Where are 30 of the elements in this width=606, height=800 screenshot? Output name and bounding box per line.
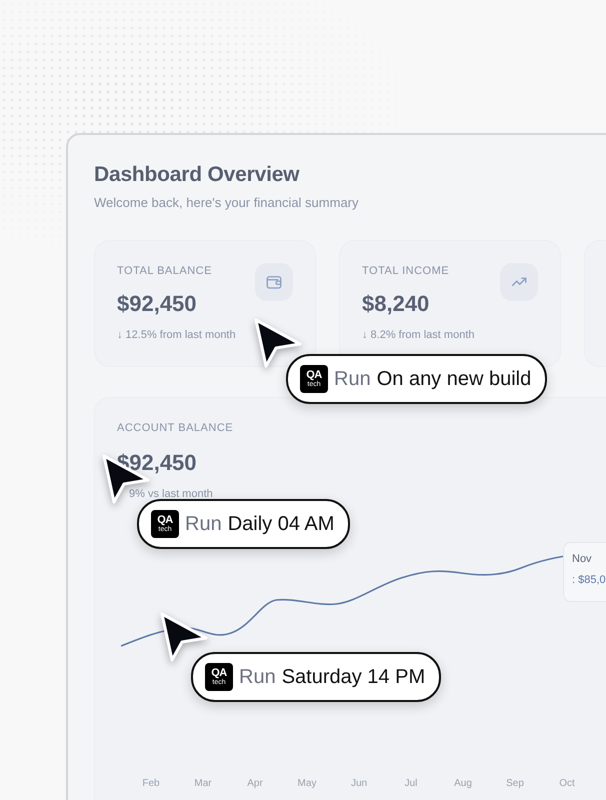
run-label: Run — [239, 666, 276, 688]
run-label: Run — [185, 512, 222, 536]
month-label: Aug — [453, 778, 473, 789]
stat-change: ↓ 12.5% from last month — [117, 329, 237, 341]
month-label: Feb — [141, 778, 161, 789]
chart-change: 9% vs last month — [129, 488, 214, 500]
page-title: Dashboard Overview — [94, 163, 300, 187]
schedule-text: Saturday 14 PM — [282, 666, 426, 688]
month-label: Sep — [505, 778, 525, 789]
month-label: Mar — [193, 778, 213, 789]
schedule-text: On any new build — [376, 368, 532, 390]
page-subtitle: Welcome back, here's your financial summary — [94, 195, 360, 210]
stat-value: $92,450 — [117, 291, 198, 317]
schedule-text: Daily 04 AM — [228, 512, 334, 536]
stat-change: ↓ 8.2% from last month — [362, 329, 476, 341]
month-label: May — [296, 778, 318, 789]
month-label: Apr — [246, 778, 264, 789]
chart-label: ACCOUNT BALANCE — [117, 422, 234, 434]
run-label: Run — [334, 368, 371, 390]
stat-label: TOTAL INCOME — [362, 265, 450, 277]
tooltip-month: Nov — [572, 553, 593, 565]
cursor-arrow-icon — [158, 610, 210, 664]
tooltip-value: : $85,0 — [572, 574, 606, 586]
stat-label: TOTAL BALANCE — [117, 265, 213, 277]
stat-value: $8,240 — [362, 291, 430, 317]
month-label: Oct — [558, 778, 576, 789]
month-label: Jul — [404, 778, 418, 789]
wallet-icon — [265, 273, 283, 291]
month-label: Jun — [350, 778, 368, 789]
cursor-arrow-icon — [252, 316, 304, 370]
